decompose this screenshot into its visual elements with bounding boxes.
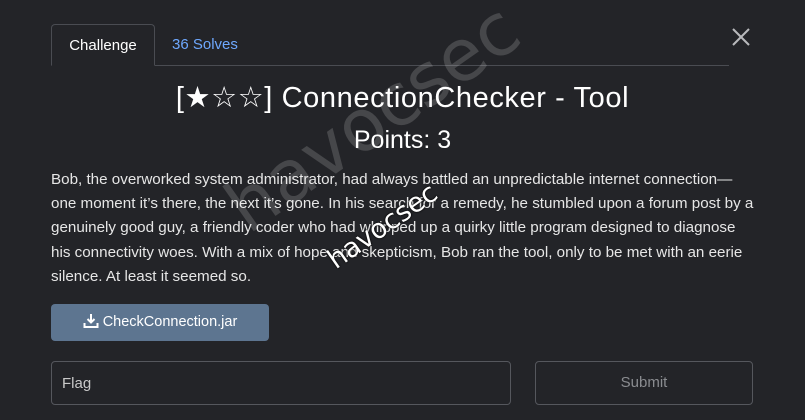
download-file-label: CheckConnection.jar (102, 314, 238, 330)
download-file-button[interactable]: CheckConnection.jar (51, 304, 269, 341)
challenge-title: [★☆☆] ConnectionChecker - Tool (175, 82, 630, 114)
tab-solves[interactable]: 36 Solves (156, 24, 254, 65)
download-icon (83, 314, 99, 328)
challenge-modal: Challenge 36 Solves [★☆☆] ConnectionChec… (0, 0, 805, 420)
close-icon (732, 28, 750, 46)
flag-input[interactable] (51, 361, 511, 405)
close-button[interactable] (728, 24, 754, 50)
submit-button[interactable]: Submit (535, 361, 753, 405)
challenge-points: Points: 3 (353, 126, 452, 154)
modal-tabs: Challenge 36 Solves (51, 24, 729, 66)
challenge-description: Bob, the overworked system administrator… (51, 171, 754, 285)
tab-challenge[interactable]: Challenge (51, 24, 155, 66)
